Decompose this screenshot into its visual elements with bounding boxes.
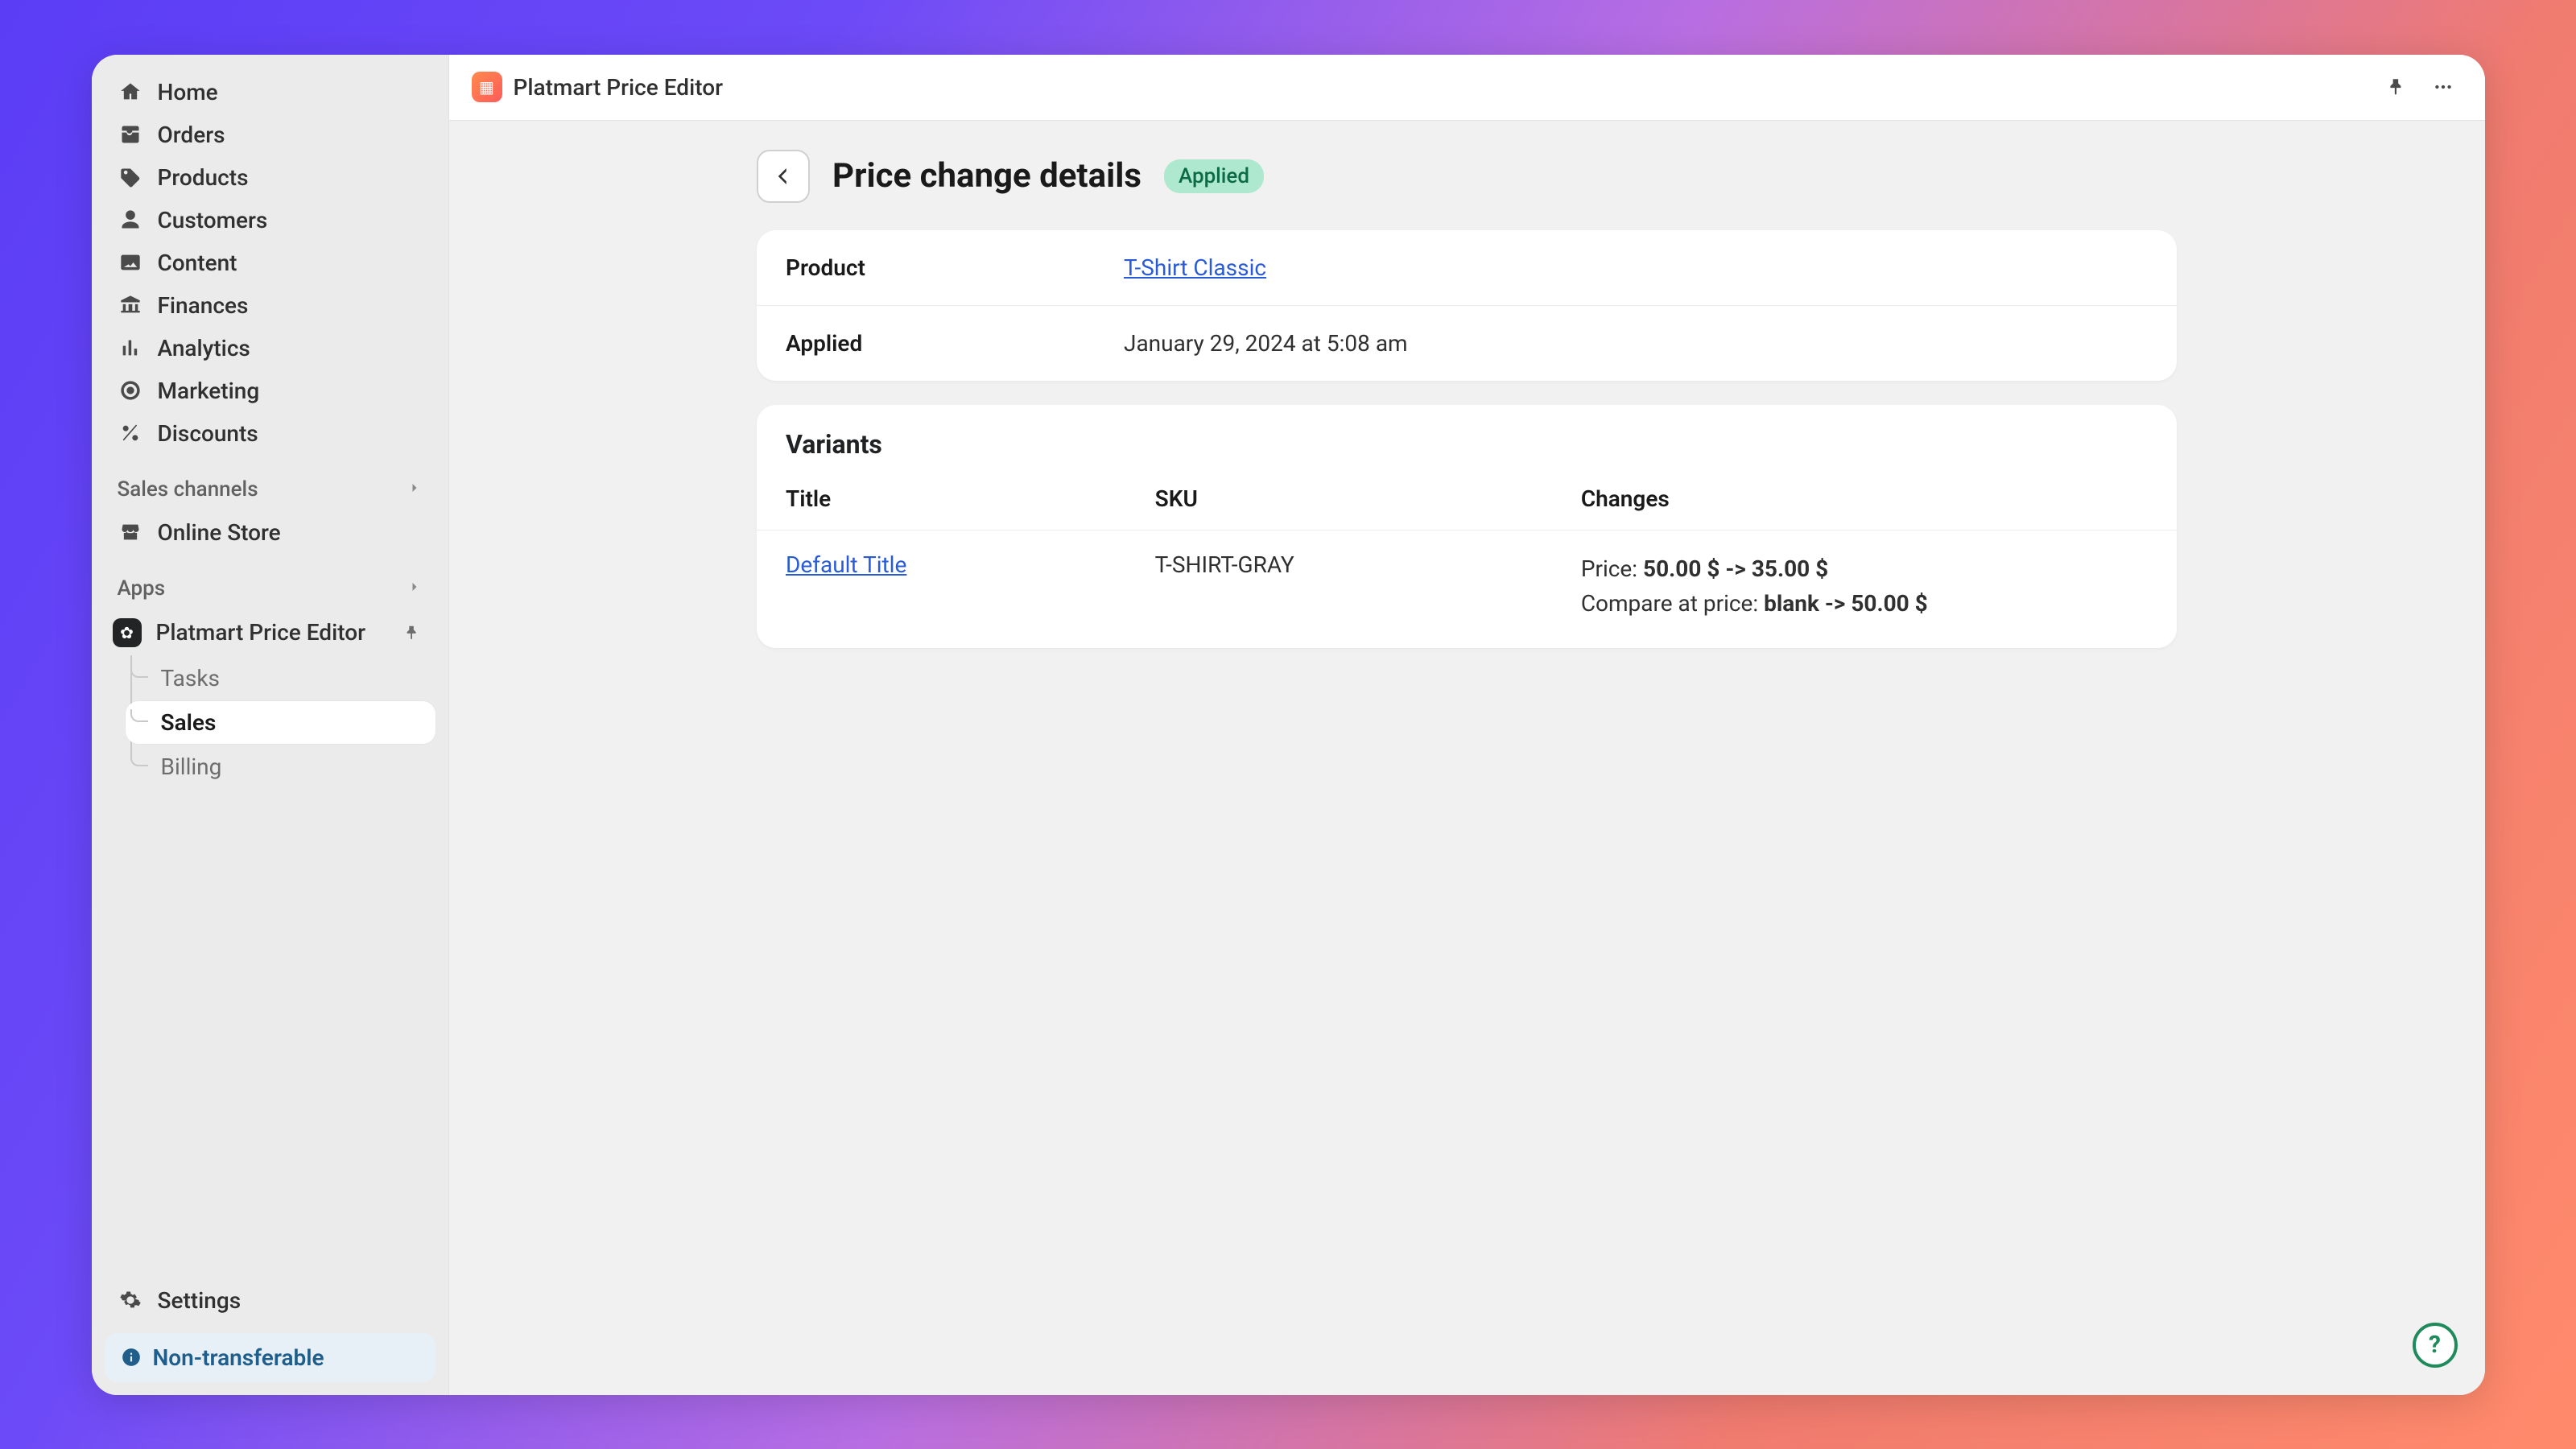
sidebar-app-label: Platmart Price Editor <box>156 619 366 646</box>
cell-sku: T-SHIRT-GRAY <box>1126 530 1552 648</box>
nav-label: Orders <box>158 122 225 148</box>
store-icon <box>118 519 143 545</box>
col-title: Title <box>757 474 1126 530</box>
variant-link[interactable]: Default Title <box>786 551 906 578</box>
section-label: Sales channels <box>118 477 258 502</box>
chevron-right-icon <box>407 576 423 601</box>
main: ▦ Platmart Price Editor Price change det… <box>449 55 2485 1395</box>
nav-online-store[interactable]: Online Store <box>105 511 436 554</box>
subnav-label: Sales <box>161 709 217 736</box>
price-change: 50.00 $ -> 35.00 $ <box>1643 555 1828 582</box>
nav-products[interactable]: Products <box>105 156 436 199</box>
bar-chart-icon <box>118 335 143 361</box>
sidebar: Home Orders Products Customers Content F… <box>92 55 449 1395</box>
nav-orders[interactable]: Orders <box>105 114 436 156</box>
nav-discounts[interactable]: Discounts <box>105 412 436 455</box>
more-button[interactable] <box>2424 68 2462 106</box>
nav-customers[interactable]: Customers <box>105 199 436 242</box>
nav-label: Settings <box>158 1287 242 1314</box>
percent-icon <box>118 420 143 446</box>
subnav-label: Billing <box>161 753 222 780</box>
nav-label: Analytics <box>158 335 250 361</box>
details-card: Product T-Shirt Classic Applied January … <box>757 230 2177 381</box>
apps-header[interactable]: Apps <box>105 554 436 610</box>
cell-title: Default Title <box>757 530 1126 648</box>
nav-label: Finances <box>158 292 249 319</box>
price-change-line: Price: 50.00 $ -> 35.00 $ <box>1581 551 2148 586</box>
product-link[interactable]: T-Shirt Classic <box>1124 254 1266 281</box>
non-transferable-banner: Non-transferable <box>105 1333 436 1382</box>
detail-row-product: Product T-Shirt Classic <box>757 230 2177 305</box>
pin-button[interactable] <box>398 619 426 646</box>
nav-label: Marketing <box>158 378 260 404</box>
sidebar-app-platmart[interactable]: ✿ Platmart Price Editor <box>105 610 436 655</box>
variants-table: Title SKU Changes Default Title T-SHIRT-… <box>757 474 2177 649</box>
primary-nav: Home Orders Products Customers Content F… <box>105 71 436 455</box>
nav-settings[interactable]: Settings <box>105 1279 436 1322</box>
topbar-actions <box>2377 68 2462 106</box>
help-button[interactable]: ? <box>2413 1323 2458 1368</box>
detail-row-applied: Applied January 29, 2024 at 5:08 am <box>757 305 2177 381</box>
page: Price change details Applied Product T-S… <box>757 150 2177 649</box>
nav-home[interactable]: Home <box>105 71 436 114</box>
cell-changes: Price: 50.00 $ -> 35.00 $ Compare at pri… <box>1552 530 2177 648</box>
nav-marketing[interactable]: Marketing <box>105 369 436 412</box>
nav-analytics[interactable]: Analytics <box>105 327 436 369</box>
detail-value: T-Shirt Classic <box>1124 254 1266 281</box>
subnav-tasks[interactable]: Tasks <box>126 657 436 700</box>
topbar-title: Platmart Price Editor <box>514 74 724 101</box>
sales-channels-list: Online Store <box>105 511 436 554</box>
target-icon <box>118 378 143 403</box>
nav-content[interactable]: Content <box>105 242 436 284</box>
image-icon <box>118 250 143 275</box>
subnav-label: Tasks <box>161 665 221 691</box>
detail-label: Applied <box>786 330 1124 357</box>
compare-change-line: Compare at price: blank -> 50.00 $ <box>1581 586 2148 621</box>
section-label: Apps <box>118 576 166 601</box>
page-title: Price change details <box>832 156 1141 196</box>
app-logo-icon: ✿ <box>113 618 142 647</box>
variants-heading: Variants <box>757 405 2177 474</box>
compare-change: blank -> 50.00 $ <box>1764 590 1928 617</box>
back-button[interactable] <box>757 150 810 203</box>
detail-label: Product <box>786 254 1124 281</box>
info-icon <box>121 1347 142 1368</box>
nav-label: Online Store <box>158 519 281 546</box>
page-header: Price change details Applied <box>757 150 2177 203</box>
price-prefix: Price: <box>1581 555 1643 582</box>
home-icon <box>118 79 143 105</box>
nav-finances[interactable]: Finances <box>105 284 436 327</box>
question-icon: ? <box>2429 1331 2441 1359</box>
gear-icon <box>118 1287 143 1313</box>
inbox-icon <box>118 122 143 147</box>
sales-channels-header[interactable]: Sales channels <box>105 455 436 511</box>
non-transferable-label: Non-transferable <box>153 1344 324 1371</box>
table-row: Default Title T-SHIRT-GRAY Price: 50.00 … <box>757 530 2177 648</box>
app-subnav: Tasks Sales Billing <box>126 655 436 790</box>
compare-prefix: Compare at price: <box>1581 590 1764 617</box>
user-icon <box>118 207 143 233</box>
nav-label: Content <box>158 250 237 276</box>
nav-label: Home <box>158 79 218 105</box>
nav-label: Products <box>158 164 249 191</box>
col-changes: Changes <box>1552 474 2177 530</box>
bank-icon <box>118 292 143 318</box>
chevron-right-icon <box>407 477 423 502</box>
status-badge: Applied <box>1164 159 1264 193</box>
variants-card: Variants Title SKU Changes Default Title <box>757 405 2177 649</box>
nav-label: Customers <box>158 207 268 233</box>
content-scroll[interactable]: Price change details Applied Product T-S… <box>449 121 2485 1395</box>
tag-icon <box>118 164 143 190</box>
topbar: ▦ Platmart Price Editor <box>449 55 2485 121</box>
app-logo-icon: ▦ <box>472 72 502 102</box>
subnav-sales[interactable]: Sales <box>126 701 436 744</box>
col-sku: SKU <box>1126 474 1552 530</box>
nav-label: Discounts <box>158 420 258 447</box>
sidebar-bottom: Settings Non-transferable <box>105 1279 436 1382</box>
pin-button[interactable] <box>2377 68 2416 106</box>
detail-value: January 29, 2024 at 5:08 am <box>1124 330 1408 357</box>
app-window: Home Orders Products Customers Content F… <box>92 55 2485 1395</box>
subnav-billing[interactable]: Billing <box>126 745 436 788</box>
